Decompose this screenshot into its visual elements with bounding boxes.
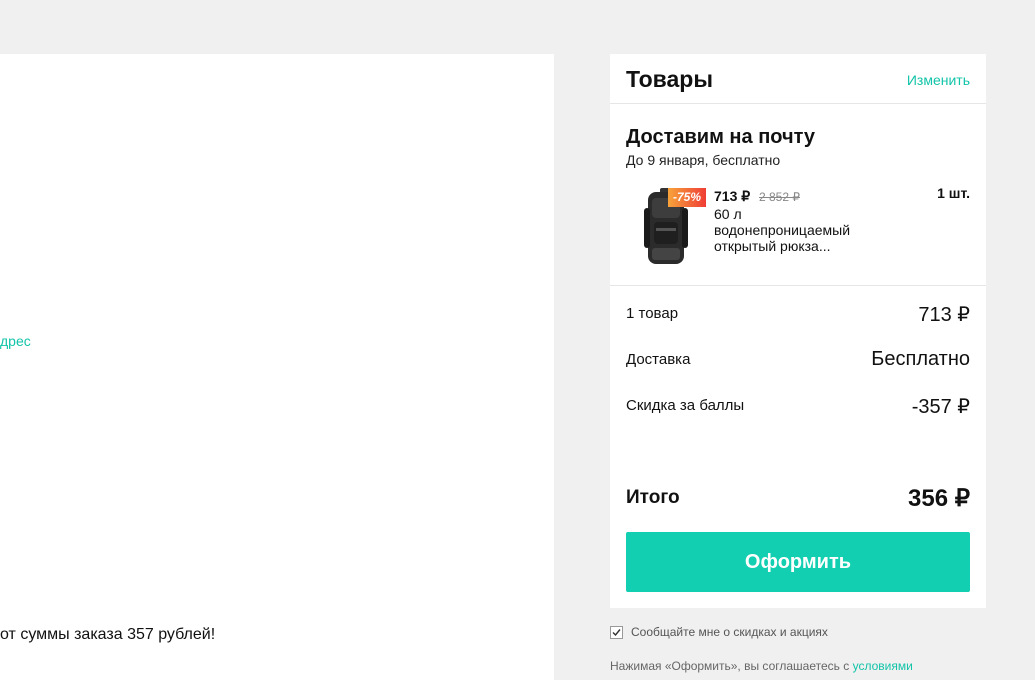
- subscribe-checkbox[interactable]: [610, 625, 623, 639]
- edit-cart-link[interactable]: Изменить: [907, 72, 970, 88]
- discount-badge: -75%: [668, 188, 706, 207]
- delivery-method-title: Доставим на почту: [626, 126, 816, 148]
- address-link[interactable]: дрес: [0, 333, 31, 349]
- subscribe-option[interactable]: Сообщайте мне о скидках и акциях: [610, 625, 828, 639]
- cart-title: Товары: [626, 66, 713, 92]
- item-name[interactable]: 60 л водонепроницаемый открытый рюкза...: [714, 206, 874, 254]
- terms-notice: Нажимая «Оформить», вы соглашаетесь с ус…: [610, 659, 913, 673]
- bonus-note: от суммы заказа 357 рублей!: [0, 626, 216, 643]
- total-label: Итого: [626, 487, 680, 508]
- delivery-form-panel: дрес от суммы заказа 357 рублей!: [0, 54, 554, 680]
- order-summary-card: Товары Изменить Доставим на почту До 9 я…: [610, 54, 986, 608]
- checkmark-icon: [612, 628, 621, 636]
- delivery-label: Доставка: [626, 351, 691, 368]
- points-discount-value: -357 ₽: [911, 396, 970, 418]
- checkout-button[interactable]: Оформить: [626, 532, 970, 592]
- order-summary-header: Товары Изменить: [610, 54, 986, 104]
- items-count-label: 1 товар: [626, 305, 679, 322]
- terms-text: Нажимая «Оформить», вы соглашаетесь с: [610, 659, 850, 673]
- items-total-value: 713 ₽: [918, 304, 970, 326]
- terms-link[interactable]: условиями: [853, 659, 913, 673]
- total-value: 356 ₽: [908, 485, 970, 512]
- item-old-price: 2 852 ₽: [759, 190, 800, 204]
- item-quantity: 1 шт.: [937, 185, 970, 201]
- item-price: 713 ₽: [714, 188, 751, 204]
- delivery-value: Бесплатно: [871, 348, 970, 370]
- delivery-date: До 9 января, бесплатно: [626, 152, 781, 168]
- subscribe-label: Сообщайте мне о скидках и акциях: [631, 625, 828, 639]
- points-discount-label: Скидка за баллы: [626, 397, 745, 414]
- divider: [610, 285, 986, 286]
